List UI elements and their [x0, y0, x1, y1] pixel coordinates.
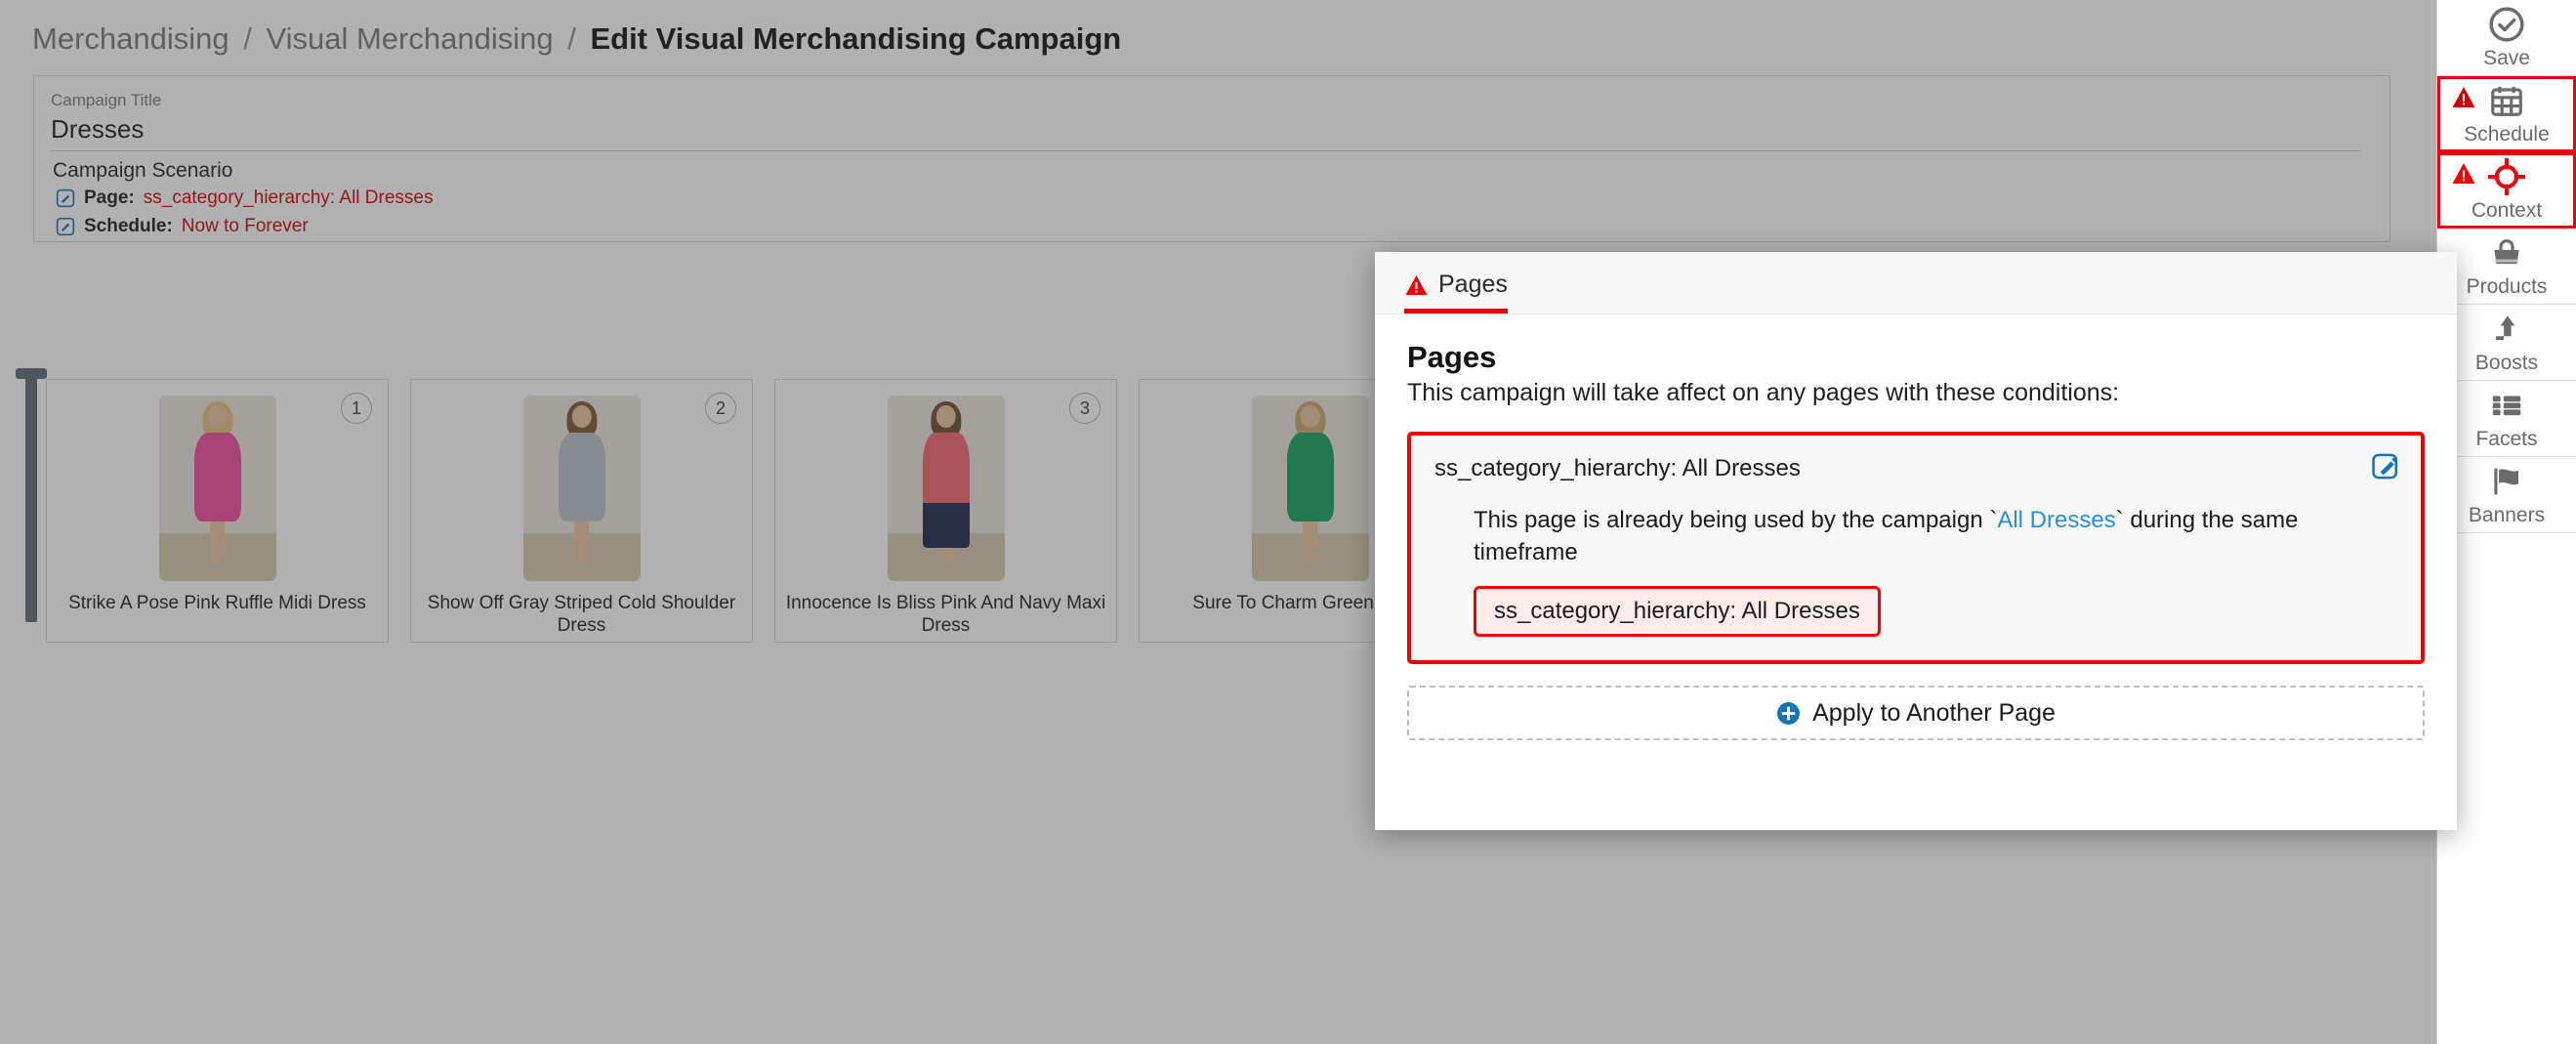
arrow-up-icon [2488, 311, 2525, 348]
warning-triangle-icon [2451, 86, 2476, 108]
apply-to-another-page-button[interactable]: Apply to Another Page [1407, 686, 2425, 740]
modal-body: Pages This campaign will take affect on … [1375, 314, 2457, 740]
modal-tab-bar: Pages [1375, 252, 2457, 314]
sidebar-item-save[interactable]: Save [2437, 0, 2576, 76]
apply-to-another-page-label: Apply to Another Page [1812, 699, 2056, 728]
sidebar-item-products[interactable]: Products [2437, 229, 2576, 305]
flag-icon [2488, 463, 2525, 500]
conflict-campaign-link[interactable]: All Dresses [1997, 507, 2115, 533]
pages-modal: Pages Pages This campaign will take affe… [1375, 252, 2457, 830]
page-condition-error-box: ss_category_hierarchy: All Dresses This … [1407, 432, 2425, 664]
plus-circle-icon [1776, 701, 1801, 726]
sidebar-item-schedule-label: Schedule [2464, 123, 2550, 146]
tab-pages[interactable]: Pages [1404, 271, 1508, 313]
sidebar-item-facets[interactable]: Facets [2437, 381, 2576, 457]
sidebar-item-facets-label: Facets [2475, 428, 2537, 451]
sidebar-item-boosts-label: Boosts [2475, 352, 2538, 375]
sidebar-item-banners-label: Banners [2469, 504, 2545, 527]
sidebar-item-banners[interactable]: Banners [2437, 457, 2576, 533]
modal-heading: Pages [1407, 340, 2425, 375]
sidebar-filler [2437, 533, 2576, 609]
page-condition-chip[interactable]: ss_category_hierarchy: All Dresses [1474, 586, 1881, 637]
list-icon [2488, 387, 2525, 424]
warning-triangle-icon [1404, 274, 1429, 296]
modal-subheading: This campaign will take affect on any pa… [1407, 379, 2425, 407]
tab-pages-label: Pages [1438, 271, 1508, 299]
shopping-bag-icon [2488, 234, 2525, 271]
right-sidebar: Save Schedule [2436, 0, 2576, 1044]
sidebar-item-context-label: Context [2472, 199, 2542, 223]
calendar-icon [2488, 82, 2525, 119]
sidebar-item-boosts[interactable]: Boosts [2437, 305, 2576, 381]
conflict-message-before: This page is already being used by the c… [1474, 507, 1997, 533]
page-conflict-message: This page is already being used by the c… [1474, 504, 2313, 568]
sidebar-item-products-label: Products [2467, 275, 2548, 299]
sidebar-item-save-label: Save [2483, 47, 2530, 70]
check-circle-icon [2488, 6, 2525, 43]
page-condition-name: ss_category_hierarchy: All Dresses [1434, 455, 2397, 482]
sidebar-item-context[interactable]: Context [2437, 152, 2576, 229]
edit-square-icon[interactable] [2371, 451, 2401, 481]
sidebar-item-schedule[interactable]: Schedule [2437, 76, 2576, 152]
warning-triangle-icon [2451, 162, 2476, 185]
crosshair-icon [2488, 158, 2525, 195]
app-screen: Merchandising / Visual Merchandising / E… [0, 0, 2576, 1044]
